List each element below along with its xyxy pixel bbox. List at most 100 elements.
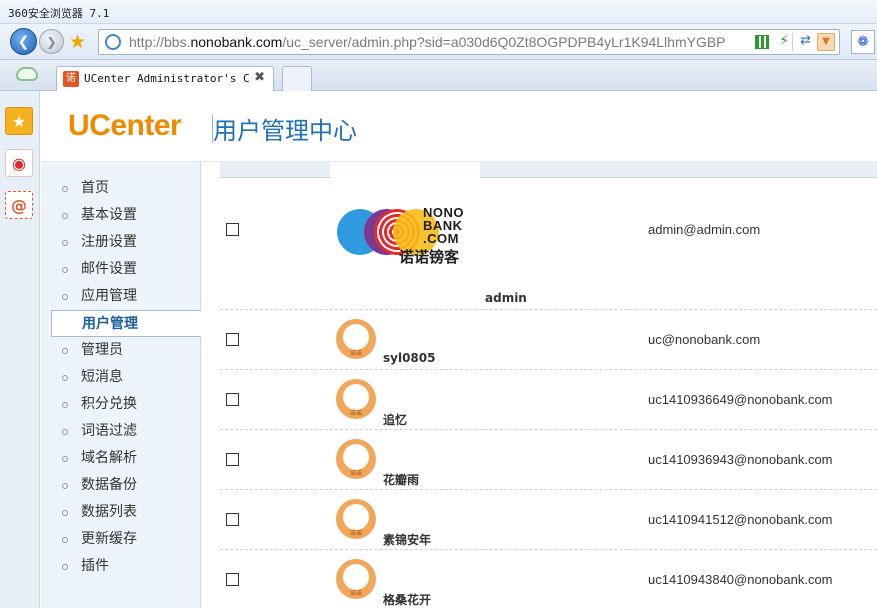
- bullet-icon: [62, 483, 68, 489]
- menu-item-label: 管理员: [81, 342, 123, 358]
- menu-item-label: 词语过滤: [81, 423, 137, 439]
- address-bar[interactable]: http://bbs.nonobank.com/uc_server/admin.…: [98, 29, 840, 55]
- menu-item-label: 首页: [81, 180, 109, 196]
- table-row: 诺诺 syl0805 uc@nonobank.com: [220, 310, 877, 370]
- avatar-face: [343, 324, 369, 350]
- user-avatar: 诺诺: [336, 499, 376, 539]
- table-header-band: [220, 162, 877, 178]
- tab-close-icon[interactable]: ✖: [254, 70, 265, 85]
- avatar-face: [343, 504, 369, 530]
- menu-item-label: 用户管理: [82, 316, 138, 332]
- menu-item-domain-resolve[interactable]: 域名解析: [51, 445, 201, 472]
- table-row: 诺诺 素锦安年 uc1410941512@nonobank.com: [220, 490, 877, 550]
- favorites-icon[interactable]: ★: [5, 107, 33, 135]
- menu-item-label: 邮件设置: [81, 261, 137, 277]
- menu-item-messages[interactable]: 短消息: [51, 364, 201, 391]
- browser-sidebar: ★ ◉ @: [0, 91, 40, 608]
- url-prefix: http://bbs.: [129, 34, 191, 50]
- window-title: 360安全浏览器 7.1: [8, 7, 110, 20]
- avatar-caption: 诺诺: [349, 410, 362, 417]
- menu-item-basic-settings[interactable]: 基本设置: [51, 202, 201, 229]
- table-row: 诺诺 追忆 uc1410936649@nonobank.com: [220, 370, 877, 430]
- bullet-icon: [62, 429, 68, 435]
- row-checkbox[interactable]: [226, 573, 239, 586]
- menu-item-label: 短消息: [81, 369, 123, 385]
- user-email: uc1410943840@nonobank.com: [648, 572, 833, 587]
- menu-item-label: 基本设置: [81, 207, 137, 223]
- refresh-switch-icon[interactable]: ⇄: [800, 33, 811, 48]
- avatar-face: [343, 444, 369, 470]
- row-checkbox[interactable]: [226, 453, 239, 466]
- window-titlebar: 360安全浏览器 7.1: [0, 0, 877, 24]
- tab-title: UCenter Administrator's Cont: [84, 72, 250, 85]
- user-list: NONO BANK .COM 诺诺镑客 admin@admin.com admin …: [201, 162, 877, 608]
- address-divider: [792, 33, 793, 51]
- url-text[interactable]: http://bbs.nonobank.com/uc_server/admin.…: [129, 34, 726, 50]
- menu-item-data-list[interactable]: 数据列表: [51, 499, 201, 526]
- bullet-icon: [62, 375, 68, 381]
- row-checkbox[interactable]: [226, 223, 239, 236]
- menu-item-register-settings[interactable]: 注册设置: [51, 229, 201, 256]
- menu-item-app-management[interactable]: 应用管理: [51, 283, 201, 310]
- menu-item-credit-exchange[interactable]: 积分兑换: [51, 391, 201, 418]
- bullet-icon: [62, 564, 68, 570]
- back-button[interactable]: ❮: [10, 28, 37, 55]
- table-row: NONO BANK .COM 诺诺镑客 admin@admin.com admin: [220, 178, 877, 310]
- mail-icon[interactable]: @: [5, 191, 33, 219]
- menu-item-update-cache[interactable]: 更新缓存: [51, 526, 201, 553]
- ucenter-logo[interactable]: UCenter: [68, 109, 182, 143]
- bullet-icon: [62, 456, 68, 462]
- site-favicon-icon: 诺: [63, 71, 79, 87]
- menu-item-administrators[interactable]: 管理员: [51, 337, 201, 364]
- address-dropdown-icon[interactable]: ▼: [817, 33, 835, 51]
- user-email: uc1410941512@nonobank.com: [648, 512, 833, 527]
- menu-item-label: 插件: [81, 558, 109, 574]
- avatar-face: [343, 564, 369, 590]
- bullet-icon: [62, 348, 68, 354]
- user-avatar: 诺诺: [336, 559, 376, 599]
- menu-item-label: 域名解析: [81, 450, 137, 466]
- user-avatar: 诺诺: [336, 439, 376, 479]
- header-gap: [330, 162, 480, 178]
- bullet-icon: [62, 240, 68, 246]
- username: admin: [485, 291, 527, 305]
- page-globe-icon: [105, 34, 121, 50]
- tab-strip: 诺 UCenter Administrator's Cont ✖: [0, 60, 877, 91]
- tab-ucenter[interactable]: 诺 UCenter Administrator's Cont ✖: [56, 66, 274, 91]
- forward-button[interactable]: ❯: [39, 29, 64, 54]
- menu-item-data-backup[interactable]: 数据备份: [51, 472, 201, 499]
- bullet-icon: [62, 294, 68, 300]
- user-avatar: 诺诺: [336, 379, 376, 419]
- menu-item-home[interactable]: 首页: [51, 175, 201, 202]
- cloud-sync-icon[interactable]: [16, 67, 38, 81]
- logo-line-3: .COM: [423, 231, 459, 246]
- avatar-caption: 诺诺: [349, 590, 362, 597]
- favorite-star-icon[interactable]: ★: [69, 31, 91, 53]
- row-checkbox[interactable]: [226, 393, 239, 406]
- page-header: UCenter 用户管理中心: [41, 91, 877, 162]
- logo-wordmark: NONO BANK .COM: [423, 206, 464, 245]
- url-domain: nonobank.com: [190, 34, 283, 50]
- weibo-icon[interactable]: ◉: [5, 149, 33, 177]
- bullet-icon: [62, 213, 68, 219]
- user-email: uc@nonobank.com: [648, 332, 761, 347]
- menu-item-word-filter[interactable]: 词语过滤: [51, 418, 201, 445]
- username: 花瓣雨: [383, 473, 420, 487]
- baidu-search-icon[interactable]: ❁: [851, 30, 875, 54]
- row-checkbox[interactable]: [226, 333, 239, 346]
- avatar-caption: 诺诺: [349, 470, 362, 477]
- menu-item-label: 更新缓存: [81, 531, 137, 547]
- table-row: 诺诺 格桑花开 uc1410943840@nonobank.com: [220, 550, 877, 608]
- page-title: 用户管理中心: [213, 117, 357, 145]
- username: syl0805: [383, 351, 436, 365]
- qr-code-icon[interactable]: [755, 35, 769, 49]
- user-avatar: 诺诺: [336, 319, 376, 359]
- speed-mode-icon[interactable]: ⚡: [779, 33, 789, 49]
- menu-item-label: 注册设置: [81, 234, 137, 250]
- user-email: uc1410936649@nonobank.com: [648, 392, 833, 407]
- menu-item-user-management[interactable]: 用户管理: [51, 310, 201, 337]
- menu-item-mail-settings[interactable]: 邮件设置: [51, 256, 201, 283]
- row-checkbox[interactable]: [226, 513, 239, 526]
- new-tab-button[interactable]: [282, 66, 312, 91]
- menu-item-plugins[interactable]: 插件: [51, 553, 201, 580]
